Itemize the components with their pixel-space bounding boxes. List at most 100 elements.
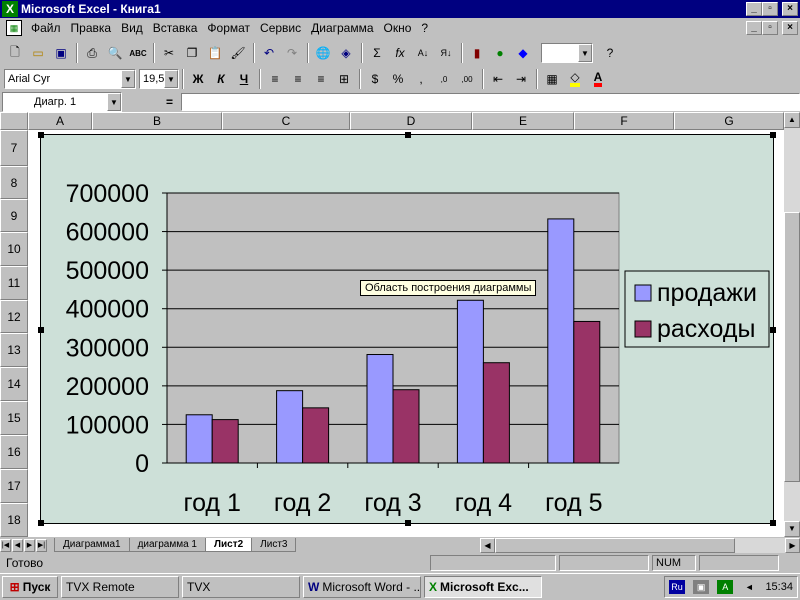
chevron-down-icon[interactable]: ▼ [164,70,178,88]
sort-ascending-icon[interactable]: A↓ [412,42,434,64]
row-header[interactable]: 11 [0,266,28,300]
last-sheet-icon[interactable]: ▶| [36,538,47,552]
spelling-icon[interactable]: ABC [127,42,149,64]
currency-icon[interactable]: $ [364,68,386,90]
column-header-f[interactable]: F [574,112,674,130]
resize-handle[interactable] [770,520,776,526]
scroll-right-icon[interactable]: ▶ [785,537,800,553]
resize-handle[interactable] [405,132,411,138]
copy-icon[interactable]: ❐ [181,42,203,64]
language-indicator[interactable]: Ru [669,580,685,594]
workbook-icon[interactable]: ▦ [6,20,22,36]
chart-area[interactable]: 0 100000 200000 300000 400000 500000 600000 700… [38,132,776,526]
ati-icon[interactable]: A [717,580,734,594]
scroll-thumb[interactable] [784,212,800,482]
doc-minimize-button[interactable]: _ [746,21,762,35]
column-header-g[interactable]: G [674,112,784,130]
prev-sheet-icon[interactable]: ◀ [12,538,23,552]
scroll-down-icon[interactable]: ▼ [784,521,800,537]
increase-decimal-icon[interactable]: ,0 [433,68,455,90]
taskbar-button-word[interactable]: W Microsoft Word - ... [303,576,421,598]
new-icon[interactable]: 🗋 [4,42,26,64]
start-button[interactable]: ⊞ Пуск [2,576,58,598]
chart-svg[interactable]: 0 100000 200000 300000 400000 500000 600000 700… [41,135,773,523]
web-toolbar-icon[interactable]: ◈ [335,42,357,64]
minimize-button[interactable]: _ [746,2,762,16]
doc-close-button[interactable]: × [782,21,798,35]
decrease-indent-icon[interactable]: ⇤ [487,68,509,90]
chevron-down-icon[interactable]: ▼ [578,44,592,62]
resize-handle[interactable] [38,520,44,526]
align-center-icon[interactable]: ≡ [287,68,309,90]
sort-descending-icon[interactable]: Я↓ [435,42,457,64]
scroll-up-icon[interactable]: ▲ [784,112,800,128]
resize-handle[interactable] [770,327,776,333]
open-icon[interactable]: ▭ [27,42,49,64]
align-left-icon[interactable]: ≡ [264,68,286,90]
menu-chart[interactable]: Диаграмма [306,21,378,35]
row-header[interactable]: 17 [0,469,28,503]
menu-file[interactable]: Файл [26,21,66,35]
network-icon[interactable]: ▣ [693,580,710,594]
save-icon[interactable]: ▣ [50,42,72,64]
format-painter-icon[interactable]: 🖌 [227,42,249,64]
row-header[interactable]: 12 [0,300,28,333]
print-icon[interactable]: ⎙ [81,42,103,64]
resize-handle[interactable] [405,520,411,526]
first-sheet-icon[interactable]: |◀ [0,538,11,552]
decrease-decimal-icon[interactable]: ,00 [456,68,478,90]
volume-icon[interactable]: ◄ [741,580,757,594]
menu-view[interactable]: Вид [116,21,148,35]
cut-icon[interactable]: ✂ [158,42,180,64]
menu-tools[interactable]: Сервис [255,21,306,35]
function-icon[interactable]: fx [389,42,411,64]
chevron-down-icon[interactable]: ▼ [107,93,121,111]
name-box[interactable]: Диагр. 1 ▼ [2,92,122,112]
menu-window[interactable]: Окно [379,21,417,35]
row-header[interactable]: 16 [0,435,28,469]
chevron-down-icon[interactable]: ▼ [121,70,135,88]
paste-icon[interactable]: 📋 [204,42,226,64]
formula-input[interactable] [181,93,800,111]
row-header[interactable]: 13 [0,333,28,367]
doc-restore-button[interactable]: ▫ [762,21,778,35]
percent-button[interactable]: % [387,68,409,90]
borders-icon[interactable]: ▦ [541,68,563,90]
sheet-tab[interactable]: Лист3 [251,538,297,552]
column-header-d[interactable]: D [350,112,472,130]
maximize-button[interactable]: ▫ [762,2,778,16]
sheet-tab-active[interactable]: Лист2 [204,538,253,552]
taskbar-button-excel[interactable]: X Microsoft Exc... [424,576,542,598]
merge-center-icon[interactable]: ⊞ [333,68,355,90]
horizontal-scrollbar[interactable]: ◀ ▶ [480,537,800,553]
resize-handle[interactable] [770,132,776,138]
chart-wizard-icon[interactable]: ▮ [466,42,488,64]
row-header[interactable]: 10 [0,232,28,266]
resize-handle[interactable] [38,132,44,138]
row-header[interactable]: 18 [0,503,28,537]
resize-handle[interactable] [38,327,44,333]
select-all-corner[interactable] [0,112,28,130]
zoom-select[interactable]: ▼ [541,43,593,63]
column-header-a[interactable]: A [28,112,92,130]
row-header[interactable]: 9 [0,199,28,232]
column-header-e[interactable]: E [472,112,574,130]
excel-icon[interactable]: X [2,1,18,17]
increase-indent-icon[interactable]: ⇥ [510,68,532,90]
menu-edit[interactable]: Правка [66,21,117,35]
font-color-icon[interactable]: A [587,68,609,90]
row-header[interactable]: 14 [0,367,28,401]
scroll-left-icon[interactable]: ◀ [480,537,495,553]
hyperlink-icon[interactable]: 🌐 [312,42,334,64]
menu-help[interactable]: ? [416,21,433,35]
column-header-c[interactable]: C [222,112,350,130]
vertical-scrollbar[interactable]: ▲ ▼ [784,112,800,537]
align-right-icon[interactable]: ≡ [310,68,332,90]
menu-format[interactable]: Формат [202,21,255,35]
redo-icon[interactable]: ↷ [281,42,303,64]
sheet-tab[interactable]: диаграмма 1 [128,538,206,552]
sheet-tab[interactable]: Диаграмма1 [54,538,130,552]
underline-button[interactable]: Ч [233,68,255,90]
next-sheet-icon[interactable]: ▶ [24,538,35,552]
font-select[interactable]: Arial Cyr ▼ [4,69,136,89]
